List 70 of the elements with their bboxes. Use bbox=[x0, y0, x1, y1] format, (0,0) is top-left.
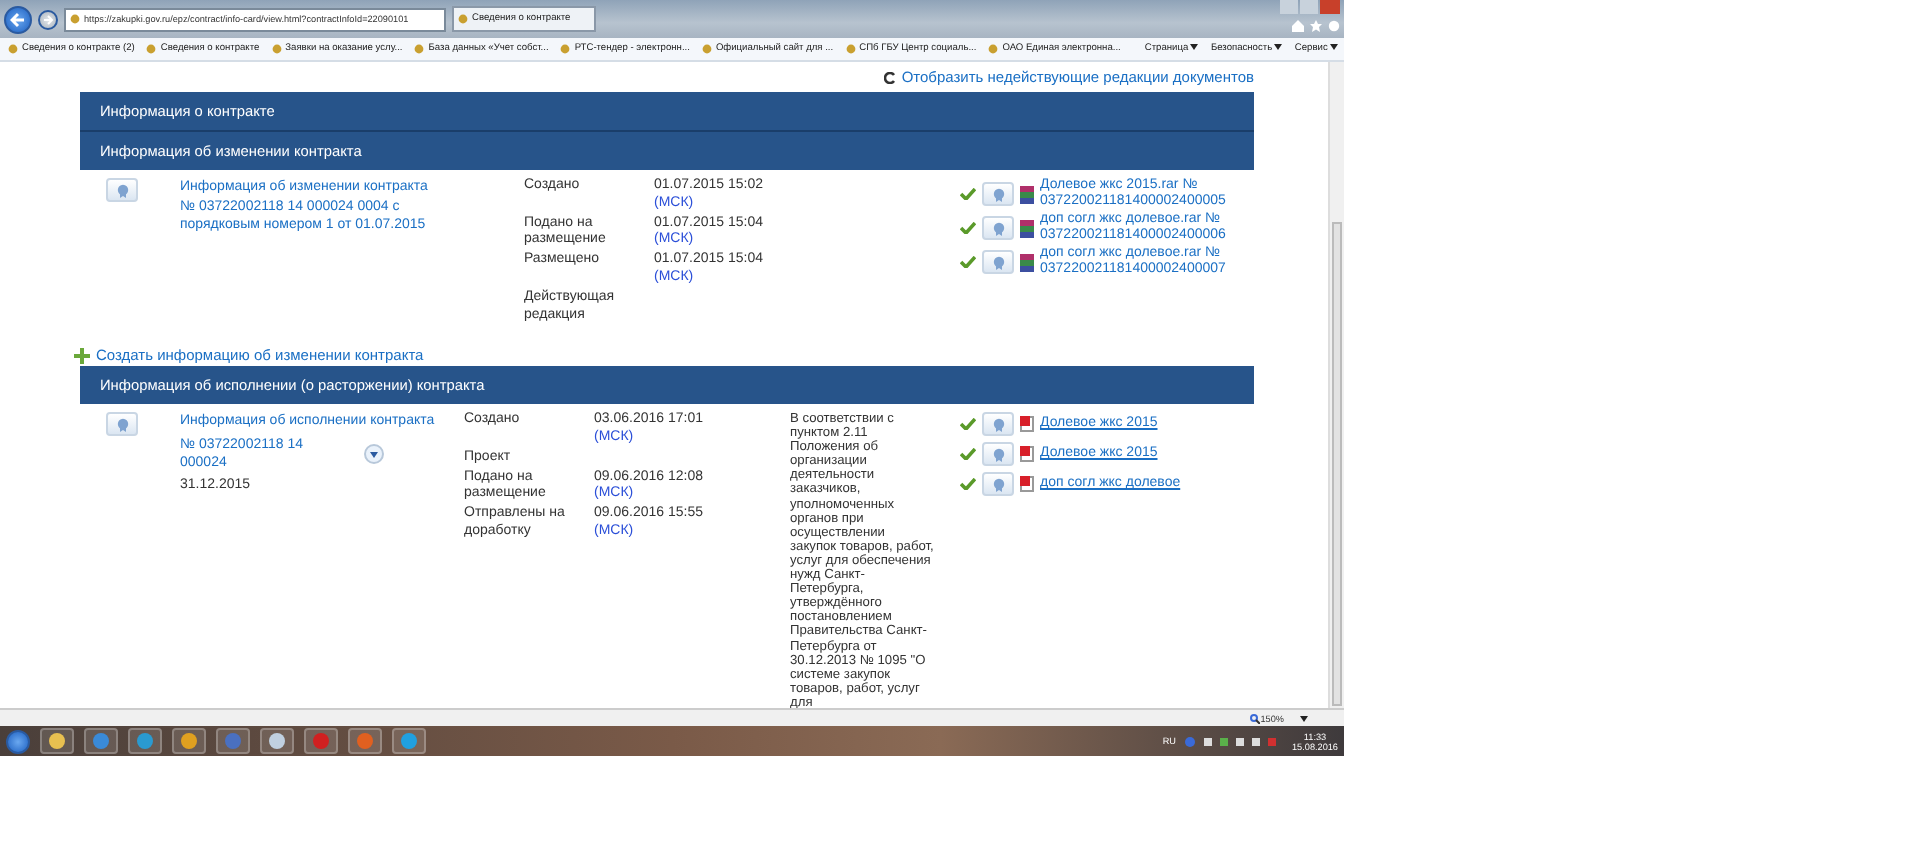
check-icon bbox=[960, 448, 976, 460]
taskbar-button[interactable] bbox=[84, 728, 118, 754]
plus-icon bbox=[74, 347, 90, 363]
site-icon bbox=[414, 44, 425, 54]
taskbar-button[interactable] bbox=[172, 728, 206, 754]
start-button[interactable] bbox=[6, 729, 30, 753]
caret-icon bbox=[1300, 715, 1308, 721]
back-button[interactable] bbox=[4, 5, 32, 33]
site-icon bbox=[271, 44, 282, 54]
forward-arrow-icon bbox=[42, 13, 54, 25]
app-icon bbox=[180, 732, 198, 750]
seal-icon bbox=[991, 417, 1005, 431]
forward-button[interactable] bbox=[38, 9, 58, 29]
check-icon bbox=[960, 418, 976, 430]
seal-icon bbox=[115, 183, 129, 197]
back-arrow-icon bbox=[10, 11, 26, 27]
app-icon bbox=[48, 732, 66, 750]
toolbar-icons[interactable] bbox=[1292, 20, 1340, 32]
taskbar-button[interactable] bbox=[216, 728, 250, 754]
seal-button[interactable] bbox=[982, 442, 1014, 466]
site-icon bbox=[458, 14, 468, 24]
magnifier-icon bbox=[1250, 713, 1261, 723]
caret-icon bbox=[1274, 44, 1283, 50]
archive-icon bbox=[1020, 253, 1034, 271]
caret-icon bbox=[1190, 44, 1199, 50]
caret-icon bbox=[370, 451, 378, 457]
site-icon bbox=[988, 44, 999, 54]
seal-icon bbox=[991, 477, 1005, 491]
seal-icon bbox=[991, 187, 1005, 201]
seal-button[interactable] bbox=[982, 216, 1014, 240]
seal-button[interactable] bbox=[106, 412, 138, 436]
site-icon bbox=[8, 44, 18, 54]
check-icon bbox=[960, 188, 976, 200]
seal-button[interactable] bbox=[982, 472, 1014, 496]
taskbar-button[interactable] bbox=[348, 728, 382, 754]
app-icon bbox=[268, 732, 286, 750]
seal-icon bbox=[991, 447, 1005, 461]
seal-button[interactable] bbox=[982, 250, 1014, 274]
app-icon bbox=[92, 732, 110, 750]
taskbar-button[interactable] bbox=[304, 728, 338, 754]
app-icon bbox=[356, 732, 374, 750]
site-icon bbox=[70, 14, 80, 24]
taskbar-button[interactable] bbox=[40, 728, 74, 754]
archive-icon bbox=[1020, 185, 1034, 203]
seal-button[interactable] bbox=[982, 412, 1014, 436]
window-controls-icon[interactable] bbox=[1280, 0, 1340, 14]
taskbar-button[interactable] bbox=[392, 728, 426, 754]
check-icon bbox=[960, 222, 976, 234]
seal-button[interactable] bbox=[106, 178, 138, 202]
archive-icon bbox=[1020, 219, 1034, 237]
seal-icon bbox=[115, 417, 129, 431]
site-icon bbox=[701, 44, 712, 54]
app-icon bbox=[136, 732, 154, 750]
caret-icon bbox=[1330, 44, 1339, 50]
site-icon bbox=[845, 44, 856, 54]
seal-icon bbox=[991, 221, 1005, 235]
check-icon bbox=[960, 256, 976, 268]
app-icon bbox=[400, 732, 418, 750]
app-icon bbox=[312, 732, 330, 750]
scrollbar-thumb[interactable] bbox=[1332, 222, 1342, 706]
app-icon bbox=[224, 732, 242, 750]
refresh-icon bbox=[883, 71, 896, 83]
site-icon bbox=[560, 44, 571, 54]
seal-button[interactable] bbox=[982, 182, 1014, 206]
taskbar-button[interactable] bbox=[260, 728, 294, 754]
check-icon bbox=[960, 478, 976, 490]
site-icon bbox=[146, 44, 157, 54]
taskbar-button[interactable] bbox=[128, 728, 162, 754]
expand-button[interactable] bbox=[364, 444, 384, 464]
seal-icon bbox=[991, 255, 1005, 269]
